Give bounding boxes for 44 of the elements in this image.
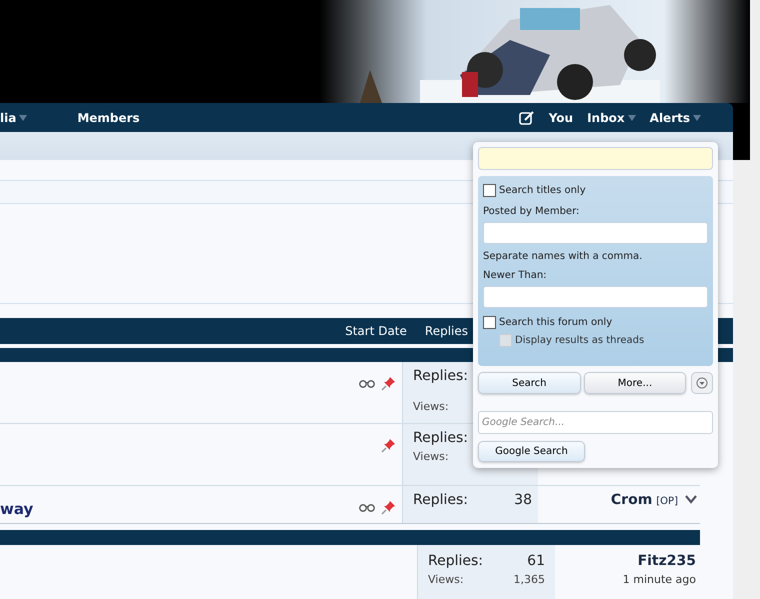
checkbox-label: Display results as threads bbox=[515, 334, 644, 348]
date-field[interactable] bbox=[483, 286, 708, 308]
caret-circle-icon bbox=[696, 377, 708, 389]
caret-icon bbox=[628, 114, 636, 120]
replies-count: 38 bbox=[514, 491, 532, 510]
checkbox-label: Search this forum only bbox=[499, 316, 612, 330]
thread-title[interactable]: way bbox=[0, 498, 34, 520]
column-header[interactable]: Replies bbox=[424, 322, 468, 340]
popup-button[interactable]: Search bbox=[478, 372, 581, 394]
username[interactable]: Crom bbox=[610, 490, 652, 511]
caret-icon bbox=[19, 114, 28, 120]
search-field[interactable] bbox=[478, 147, 713, 170]
column-header[interactable]: Start Date bbox=[345, 322, 407, 340]
popup-button[interactable]: More... bbox=[584, 372, 686, 394]
replies-label: Replies: bbox=[413, 491, 468, 510]
nav-link[interactable]: Inbox bbox=[587, 108, 636, 126]
checkbox[interactable] bbox=[483, 316, 496, 329]
replies-label: Replies: bbox=[413, 429, 468, 448]
replies-label: Replies: bbox=[413, 367, 468, 386]
help-text: Separate names with a comma. bbox=[483, 250, 644, 264]
google-search-field[interactable]: Google Search... bbox=[478, 411, 713, 434]
replies-label: Replies: bbox=[428, 552, 484, 571]
nav-link[interactable]: lia bbox=[0, 108, 28, 126]
views-label: Views: bbox=[413, 449, 449, 465]
google-search-button[interactable]: Google Search bbox=[478, 441, 585, 462]
nav-link[interactable]: Alerts bbox=[650, 108, 701, 126]
member-field[interactable] bbox=[483, 222, 708, 244]
op-tag: [OP] bbox=[656, 494, 678, 509]
checkbox[interactable] bbox=[483, 184, 496, 197]
compose-icon[interactable] bbox=[518, 110, 535, 126]
nav-link[interactable]: Members bbox=[77, 108, 140, 126]
nav-link[interactable]: You bbox=[548, 108, 574, 126]
views-count: 1,365 bbox=[514, 572, 545, 588]
views-label: Views: bbox=[413, 399, 449, 415]
username[interactable]: Fitz235 bbox=[638, 551, 696, 572]
views-label: Views: bbox=[428, 572, 464, 588]
checkbox-label: Search titles only bbox=[499, 184, 586, 198]
replies-count: 61 bbox=[527, 552, 545, 571]
options-dropdown-button[interactable] bbox=[691, 372, 714, 394]
field-label: Newer Than: bbox=[483, 269, 548, 283]
chevron-down-icon[interactable] bbox=[685, 495, 697, 504]
post-time: 1 minute ago bbox=[622, 572, 696, 588]
field-label: Posted by Member: bbox=[483, 205, 580, 219]
caret-icon bbox=[693, 114, 701, 120]
